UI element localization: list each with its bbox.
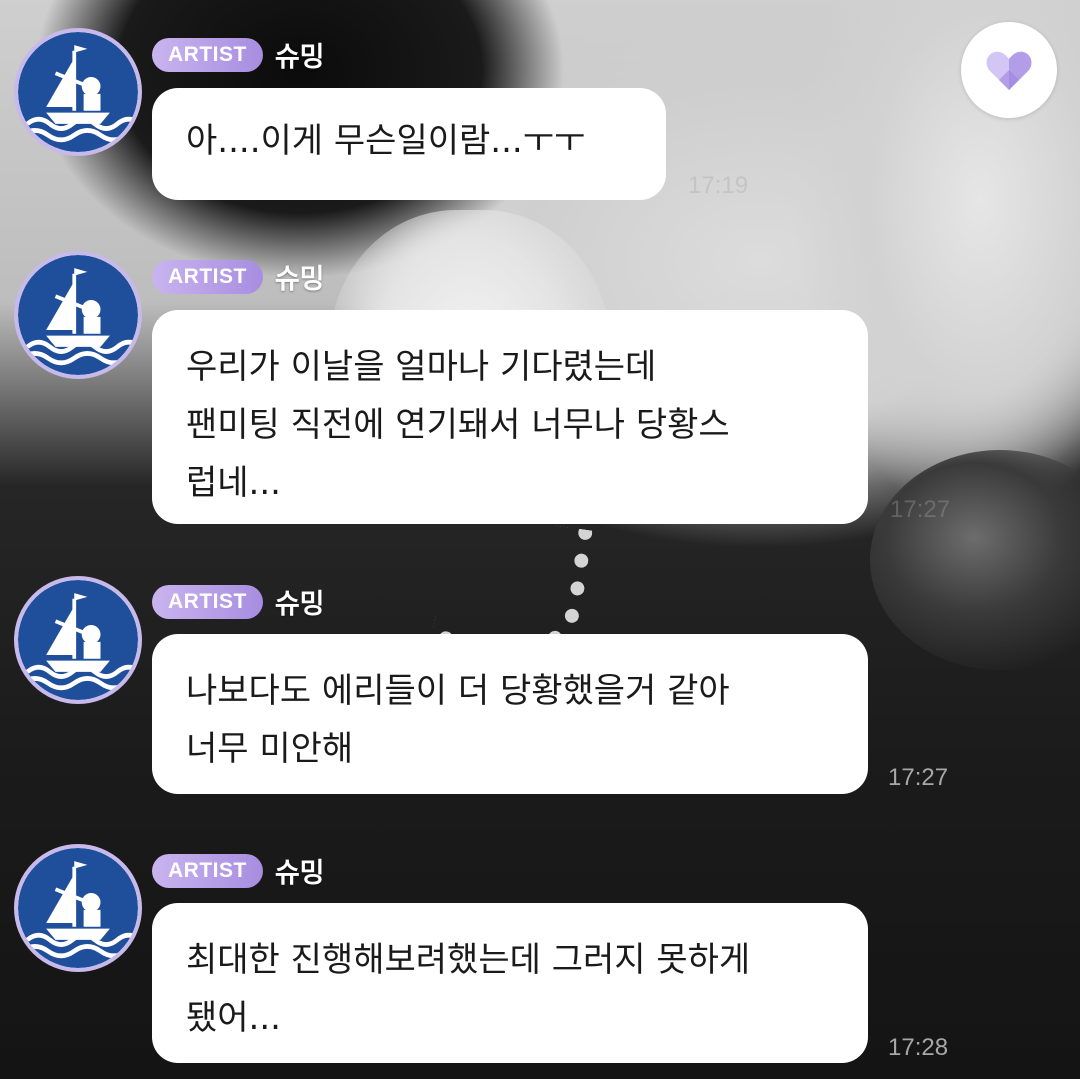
sailor-boat-avatar-icon: [18, 255, 138, 375]
artist-avatar[interactable]: [14, 844, 142, 972]
artist-avatar[interactable]: [14, 251, 142, 379]
message-time: 17:28: [888, 1034, 949, 1061]
sender-row: ARTIST 슈밍: [152, 257, 325, 296]
sender-name: 슈밍: [274, 858, 325, 889]
message-bubble[interactable]: 아....이게 무슨일이람...ㅜㅜ: [152, 88, 666, 200]
heart-button[interactable]: [961, 22, 1057, 118]
sailor-boat-avatar-icon: [18, 580, 138, 700]
sailor-boat-avatar-icon: [18, 32, 138, 152]
artist-badge: ARTIST: [152, 259, 263, 294]
sender-row: ARTIST 슈밍: [152, 582, 325, 621]
message-time: 17:27: [890, 496, 951, 523]
artist-badge: ARTIST: [152, 853, 263, 888]
message-time: 17:27: [888, 764, 949, 791]
artist-badge: ARTIST: [152, 584, 263, 619]
heart-icon: [986, 51, 1032, 90]
artist-avatar[interactable]: [14, 28, 142, 156]
message-bubble[interactable]: 최대한 진행해보려했는데 그러지 못하게 됐어...: [152, 903, 868, 1063]
sender-name: 슈밍: [274, 589, 325, 620]
sailor-boat-avatar-icon: [18, 848, 138, 968]
message-bubble[interactable]: 나보다도 에리들이 더 당황했을거 같아 너무 미안해: [152, 634, 868, 794]
sender-row: ARTIST 슈밍: [152, 851, 325, 890]
sender-name: 슈밍: [274, 264, 325, 295]
message-bubble[interactable]: 우리가 이날을 얼마나 기다렸는데 팬미팅 직전에 연기돼서 너무나 당황스 럽…: [152, 310, 868, 524]
artist-badge: ARTIST: [152, 37, 263, 72]
sender-row: ARTIST 슈밍: [152, 35, 325, 74]
artist-avatar[interactable]: [14, 576, 142, 704]
sender-name: 슈밍: [274, 42, 325, 73]
message-time: 17:19: [688, 172, 749, 199]
